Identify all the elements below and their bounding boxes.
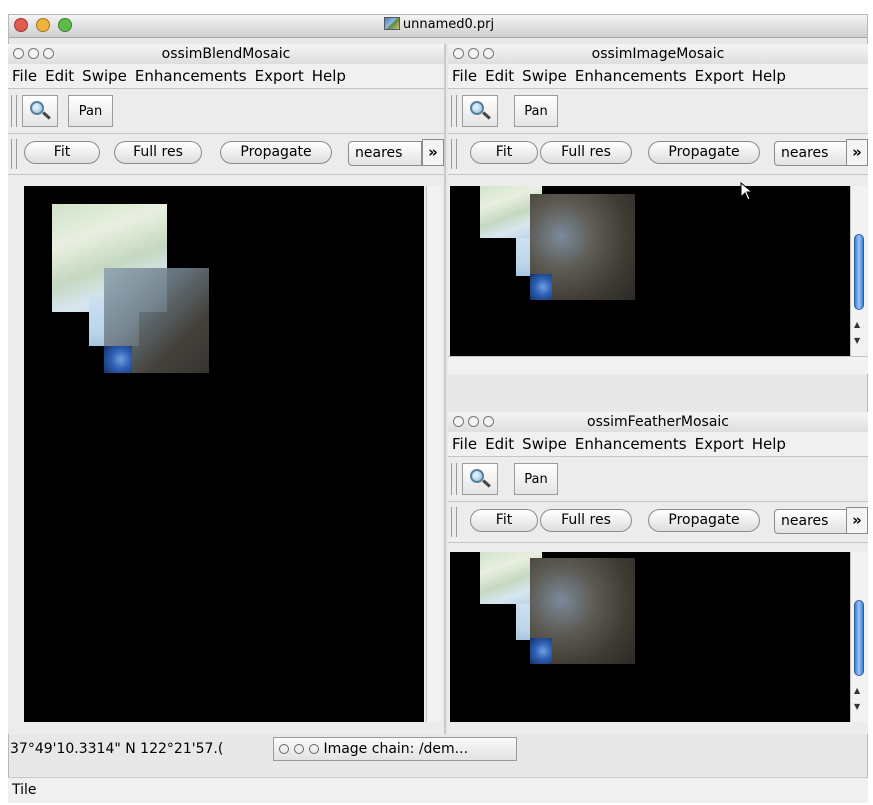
- zoom-tool-button[interactable]: [462, 95, 498, 127]
- project-file-icon: [383, 17, 400, 30]
- window-title: ossimFeatherMosaic: [587, 414, 729, 430]
- vertical-scrollbar[interactable]: ▲ ▼: [850, 186, 867, 356]
- water-tile: [530, 274, 552, 300]
- zoom-tool-button[interactable]: [22, 95, 58, 127]
- toolbar-grip[interactable]: [451, 463, 457, 495]
- menu-file[interactable]: File: [452, 67, 477, 85]
- pan-tool-button[interactable]: Pan: [514, 95, 558, 127]
- fit-button[interactable]: Fit: [24, 141, 100, 164]
- propagate-button[interactable]: Propagate: [220, 141, 332, 164]
- circle-icon: [279, 744, 289, 754]
- image-view[interactable]: [24, 186, 424, 722]
- menu-help[interactable]: Help: [312, 67, 346, 85]
- circle-icon: [294, 744, 304, 754]
- menu-swipe[interactable]: Swipe: [522, 67, 567, 85]
- window-title: ossimBlendMosaic: [161, 46, 291, 62]
- image-chain-button[interactable]: Image chain: /dem...: [273, 737, 517, 761]
- menu-enhancements[interactable]: Enhancements: [575, 435, 687, 453]
- resampler-select[interactable]: neares: [774, 509, 848, 534]
- tool-toolbar: Pan: [8, 89, 444, 134]
- menu-enhancements[interactable]: Enhancements: [135, 67, 247, 85]
- menu-export[interactable]: Export: [695, 435, 744, 453]
- image-view[interactable]: [450, 186, 850, 356]
- propagate-button[interactable]: Propagate: [648, 509, 760, 532]
- water-tile: [530, 638, 552, 664]
- full-res-button[interactable]: Full res: [540, 141, 632, 164]
- scrollbar-thumb[interactable]: [854, 234, 864, 310]
- view-toolbar: Fit Full res Propagate neares »: [448, 502, 868, 543]
- toolbar-grip[interactable]: [451, 95, 457, 127]
- water-tile: [104, 346, 132, 373]
- vertical-scrollbar[interactable]: [426, 186, 441, 722]
- chevron-right-icon[interactable]: »: [846, 139, 868, 166]
- menu-swipe[interactable]: Swipe: [522, 435, 567, 453]
- toolbar-grip[interactable]: [11, 95, 17, 127]
- fit-button[interactable]: Fit: [470, 141, 538, 164]
- project-title: unnamed0.prj: [9, 17, 867, 32]
- image-mosaic-titlebar: ossimImageMosaic: [448, 44, 868, 65]
- zoom-tool-button[interactable]: [462, 463, 498, 495]
- feather-mosaic-titlebar: ossimFeatherMosaic: [448, 412, 868, 433]
- status-text: Tile: [12, 782, 37, 798]
- menu-file[interactable]: File: [12, 67, 37, 85]
- menu-export[interactable]: Export: [695, 67, 744, 85]
- chevron-right-icon[interactable]: »: [422, 139, 444, 166]
- scroll-down-arrow-icon[interactable]: ▼: [854, 336, 860, 345]
- circle-icon: [309, 744, 319, 754]
- image-view[interactable]: [450, 552, 850, 722]
- project-titlebar: unnamed0.prj: [9, 15, 867, 38]
- chevron-right-icon[interactable]: »: [846, 507, 868, 534]
- menu-enhancements[interactable]: Enhancements: [575, 67, 687, 85]
- blend-mosaic-window: ossimBlendMosaic File Edit Swipe Enhance…: [8, 44, 446, 734]
- menu-edit[interactable]: Edit: [45, 67, 74, 85]
- menu-help[interactable]: Help: [752, 435, 786, 453]
- pan-tool-button[interactable]: Pan: [514, 463, 558, 495]
- vertical-scrollbar[interactable]: ▲ ▼: [850, 552, 867, 722]
- tool-toolbar: Pan: [448, 457, 868, 502]
- tool-toolbar: Pan: [448, 89, 868, 134]
- menu-bar: File Edit Swipe Enhancements Export Help: [448, 64, 868, 89]
- menu-help[interactable]: Help: [752, 67, 786, 85]
- menu-file[interactable]: File: [452, 435, 477, 453]
- toolbar-grip[interactable]: [11, 139, 17, 169]
- scroll-down-arrow-icon[interactable]: ▼: [854, 702, 860, 711]
- image-mosaic-window: ossimImageMosaic File Edit Swipe Enhance…: [448, 44, 868, 374]
- arrow-cursor-icon: [740, 182, 754, 201]
- scrollbar-thumb[interactable]: [854, 600, 864, 676]
- pan-tool-button[interactable]: Pan: [68, 95, 113, 127]
- view-toolbar: Fit Full res Propagate neares »: [448, 134, 868, 175]
- horizontal-scrollbar[interactable]: [448, 356, 868, 374]
- scroll-up-arrow-icon[interactable]: ▲: [854, 320, 860, 329]
- menu-swipe[interactable]: Swipe: [82, 67, 127, 85]
- toolbar-grip[interactable]: [451, 139, 457, 169]
- full-res-button[interactable]: Full res: [114, 141, 202, 164]
- resampler-select[interactable]: neares: [348, 141, 422, 166]
- resampler-select[interactable]: neares: [774, 141, 848, 166]
- menu-edit[interactable]: Edit: [485, 435, 514, 453]
- menu-bar: File Edit Swipe Enhancements Export Help: [448, 432, 868, 457]
- blend-mosaic-titlebar: ossimBlendMosaic: [8, 44, 444, 65]
- propagate-button[interactable]: Propagate: [648, 141, 760, 164]
- fit-button[interactable]: Fit: [470, 509, 538, 532]
- toolbar-grip[interactable]: [451, 507, 457, 537]
- window-title: ossimImageMosaic: [591, 46, 725, 62]
- scroll-up-arrow-icon[interactable]: ▲: [854, 686, 860, 695]
- menu-bar: File Edit Swipe Enhancements Export Help: [8, 64, 444, 89]
- coordinates-readout: 37°49'10.3314" N 122°21'57.(: [10, 741, 224, 757]
- feather-mosaic-window: ossimFeatherMosaic File Edit Swipe Enhan…: [448, 412, 868, 734]
- menu-edit[interactable]: Edit: [485, 67, 514, 85]
- full-res-button[interactable]: Full res: [540, 509, 632, 532]
- menu-export[interactable]: Export: [255, 67, 304, 85]
- status-bar: Tile: [8, 777, 868, 803]
- image-chain-label: Image chain: /dem...: [323, 741, 469, 757]
- view-toolbar: Fit Full res Propagate neares »: [8, 134, 444, 175]
